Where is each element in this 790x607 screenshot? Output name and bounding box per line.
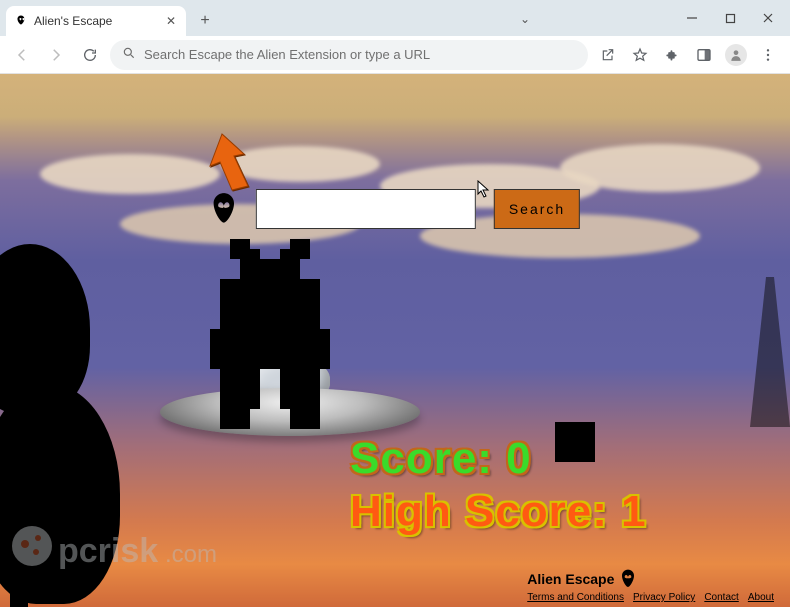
page-search-row: Search xyxy=(210,189,580,229)
browser-toolbar: Search Escape the Alien Extension or typ… xyxy=(0,36,790,74)
omnibox[interactable]: Search Escape the Alien Extension or typ… xyxy=(110,40,588,70)
footer-brand: Alien Escape xyxy=(527,571,614,587)
footer-link-terms[interactable]: Terms and Conditions xyxy=(527,592,624,603)
extensions-puzzle-icon[interactable] xyxy=(658,41,686,69)
nav-back-button[interactable] xyxy=(8,41,36,69)
alien-sprite xyxy=(200,239,340,439)
alien-favicon-icon xyxy=(14,14,28,28)
tab-title: Alien's Escape xyxy=(34,14,158,28)
score-value: 0 xyxy=(506,434,531,483)
score-display: Score: 0 xyxy=(350,434,532,484)
bookmark-star-icon[interactable] xyxy=(626,41,654,69)
browser-titlebar: Alien's Escape ✕ + ⌄ xyxy=(0,0,790,36)
footer-links: Terms and Conditions Privacy Policy Cont… xyxy=(527,591,780,603)
browser-tab-active[interactable]: Alien's Escape ✕ xyxy=(6,6,186,36)
watermark: pcrisk .com xyxy=(10,522,260,597)
window-maximize-button[interactable] xyxy=(712,4,748,32)
omnibox-placeholder: Search Escape the Alien Extension or typ… xyxy=(144,47,576,62)
nav-forward-button[interactable] xyxy=(42,41,70,69)
share-icon[interactable] xyxy=(594,41,622,69)
svg-text:.com: .com xyxy=(165,541,217,568)
score-label: Score: xyxy=(350,434,506,483)
page-footer: Alien Escape Terms and Conditions Privac… xyxy=(527,569,780,603)
new-tab-button[interactable]: + xyxy=(192,8,218,34)
window-controls xyxy=(674,0,786,36)
annotation-arrow-icon xyxy=(192,132,262,192)
kebab-menu-icon[interactable] xyxy=(754,41,782,69)
highscore-value: 1 xyxy=(621,487,646,536)
window-close-button[interactable] xyxy=(750,4,786,32)
side-panel-icon[interactable] xyxy=(690,41,718,69)
search-icon xyxy=(122,46,136,63)
tab-close-icon[interactable]: ✕ xyxy=(164,14,178,28)
highscore-label: High Score: xyxy=(350,487,621,536)
highscore-display: High Score: 1 xyxy=(350,487,647,537)
alien-logo-icon xyxy=(210,192,238,226)
game-obstacle-block xyxy=(555,422,595,462)
page-search-button[interactable]: Search xyxy=(494,189,580,229)
page-content: Search Score: 0 High Score: 1 pcrisk .co… xyxy=(0,74,790,607)
toolbar-right-icons xyxy=(594,41,782,69)
footer-link-privacy[interactable]: Privacy Policy xyxy=(633,592,695,603)
alien-logo-small-icon xyxy=(620,569,636,589)
footer-link-contact[interactable]: Contact xyxy=(704,592,738,603)
window-minimize-button[interactable] xyxy=(674,4,710,32)
page-search-input[interactable] xyxy=(256,189,476,229)
nav-reload-button[interactable] xyxy=(76,41,104,69)
tab-list-chevron-icon[interactable]: ⌄ xyxy=(520,12,530,26)
footer-link-about[interactable]: About xyxy=(748,592,774,603)
mouse-cursor-icon xyxy=(477,180,491,203)
profile-avatar[interactable] xyxy=(722,41,750,69)
watermark-text: pcrisk xyxy=(58,532,158,570)
